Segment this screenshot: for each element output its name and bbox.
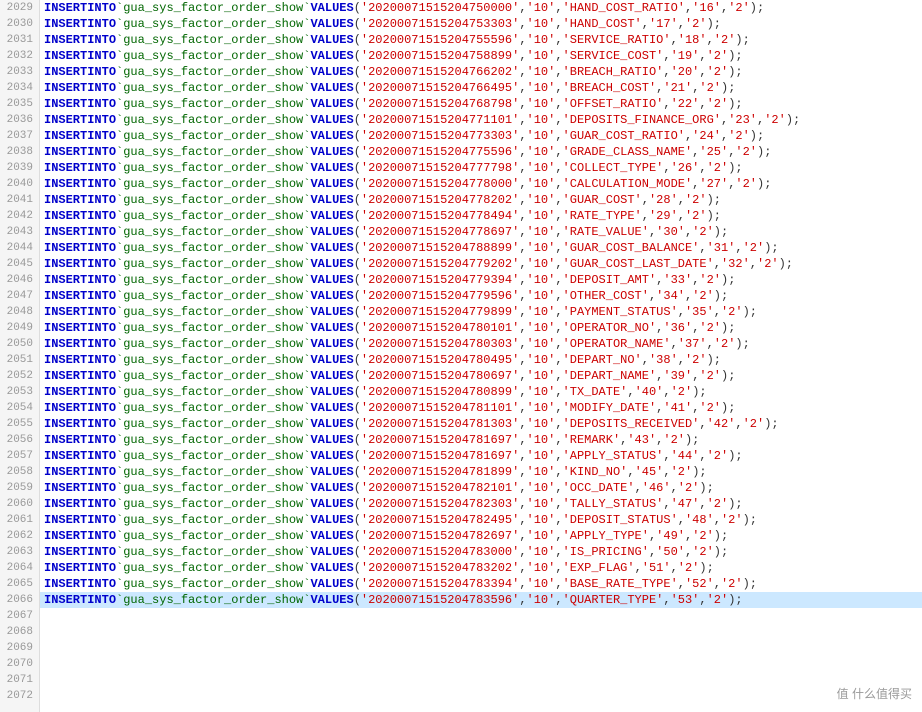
code-line[interactable]: INSERT INTO `gua_sys_factor_order_show` …	[40, 480, 922, 496]
code-line[interactable]: INSERT INTO `gua_sys_factor_order_show` …	[40, 48, 922, 64]
line-number: 2047	[0, 288, 39, 304]
line-number: 2071	[0, 672, 39, 688]
line-number: 2038	[0, 144, 39, 160]
line-number: 2058	[0, 464, 39, 480]
line-number: 2041	[0, 192, 39, 208]
code-line[interactable]: INSERT INTO `gua_sys_factor_order_show` …	[40, 16, 922, 32]
code-line[interactable]: INSERT INTO `gua_sys_factor_order_show` …	[40, 208, 922, 224]
line-number: 2044	[0, 240, 39, 256]
editor-container: 2029203020312032203320342035203620372038…	[0, 0, 922, 712]
code-line[interactable]: INSERT INTO `gua_sys_factor_order_show` …	[40, 144, 922, 160]
line-number: 2070	[0, 656, 39, 672]
code-line[interactable]: INSERT INTO `gua_sys_factor_order_show` …	[40, 64, 922, 80]
line-number: 2064	[0, 560, 39, 576]
code-line[interactable]: INSERT INTO `gua_sys_factor_order_show` …	[40, 240, 922, 256]
line-number: 2034	[0, 80, 39, 96]
code-line[interactable]: INSERT INTO `gua_sys_factor_order_show` …	[40, 32, 922, 48]
code-line[interactable]: INSERT INTO `gua_sys_factor_order_show` …	[40, 160, 922, 176]
line-number: 2052	[0, 368, 39, 384]
line-number: 2059	[0, 480, 39, 496]
line-number: 2068	[0, 624, 39, 640]
code-line[interactable]: INSERT INTO `gua_sys_factor_order_show` …	[40, 128, 922, 144]
line-number: 2035	[0, 96, 39, 112]
watermark: 值 什么值得买	[837, 685, 912, 702]
code-line[interactable]: INSERT INTO `gua_sys_factor_order_show` …	[40, 288, 922, 304]
code-line[interactable]: INSERT INTO `gua_sys_factor_order_show` …	[40, 512, 922, 528]
line-number: 2030	[0, 16, 39, 32]
code-line[interactable]: INSERT INTO `gua_sys_factor_order_show` …	[40, 272, 922, 288]
line-number: 2066	[0, 592, 39, 608]
code-line[interactable]: INSERT INTO `gua_sys_factor_order_show` …	[40, 496, 922, 512]
code-line[interactable]	[40, 688, 922, 704]
code-line[interactable]: INSERT INTO `gua_sys_factor_order_show` …	[40, 560, 922, 576]
line-number: 2069	[0, 640, 39, 656]
line-number: 2042	[0, 208, 39, 224]
code-line[interactable]: INSERT INTO `gua_sys_factor_order_show` …	[40, 112, 922, 128]
code-line[interactable]: INSERT INTO `gua_sys_factor_order_show` …	[40, 592, 922, 608]
code-line[interactable]: INSERT INTO `gua_sys_factor_order_show` …	[40, 448, 922, 464]
line-number: 2053	[0, 384, 39, 400]
code-line[interactable]: INSERT INTO `gua_sys_factor_order_show` …	[40, 544, 922, 560]
code-area[interactable]: INSERT INTO `gua_sys_factor_order_show` …	[40, 0, 922, 712]
code-line[interactable]	[40, 624, 922, 640]
line-number: 2046	[0, 272, 39, 288]
code-line[interactable]	[40, 672, 922, 688]
code-line[interactable]: INSERT INTO `gua_sys_factor_order_show` …	[40, 224, 922, 240]
line-number: 2062	[0, 528, 39, 544]
line-numbers: 2029203020312032203320342035203620372038…	[0, 0, 40, 712]
line-number: 2061	[0, 512, 39, 528]
code-line[interactable]: INSERT INTO `gua_sys_factor_order_show` …	[40, 416, 922, 432]
code-line[interactable]: INSERT INTO `gua_sys_factor_order_show` …	[40, 192, 922, 208]
line-number: 2063	[0, 544, 39, 560]
line-number: 2029	[0, 0, 39, 16]
code-line[interactable]: INSERT INTO `gua_sys_factor_order_show` …	[40, 304, 922, 320]
code-line[interactable]: INSERT INTO `gua_sys_factor_order_show` …	[40, 256, 922, 272]
line-number: 2049	[0, 320, 39, 336]
line-number: 2051	[0, 352, 39, 368]
code-line[interactable]: INSERT INTO `gua_sys_factor_order_show` …	[40, 432, 922, 448]
line-number: 2072	[0, 688, 39, 704]
code-line[interactable]: INSERT INTO `gua_sys_factor_order_show` …	[40, 528, 922, 544]
code-line[interactable]	[40, 608, 922, 624]
line-number: 2045	[0, 256, 39, 272]
line-number: 2037	[0, 128, 39, 144]
code-line[interactable]: INSERT INTO `gua_sys_factor_order_show` …	[40, 352, 922, 368]
line-number: 2055	[0, 416, 39, 432]
code-line[interactable]: INSERT INTO `gua_sys_factor_order_show` …	[40, 336, 922, 352]
code-line[interactable]	[40, 640, 922, 656]
line-number: 2043	[0, 224, 39, 240]
code-line[interactable]: INSERT INTO `gua_sys_factor_order_show` …	[40, 400, 922, 416]
line-number: 2056	[0, 432, 39, 448]
code-line[interactable]: INSERT INTO `gua_sys_factor_order_show` …	[40, 368, 922, 384]
code-line[interactable]	[40, 656, 922, 672]
code-line[interactable]: INSERT INTO `gua_sys_factor_order_show` …	[40, 80, 922, 96]
code-line[interactable]: INSERT INTO `gua_sys_factor_order_show` …	[40, 96, 922, 112]
code-line[interactable]: INSERT INTO `gua_sys_factor_order_show` …	[40, 320, 922, 336]
line-number: 2060	[0, 496, 39, 512]
watermark-text: 值 什么值得买	[837, 687, 912, 701]
line-number: 2057	[0, 448, 39, 464]
line-number: 2033	[0, 64, 39, 80]
code-line[interactable]: INSERT INTO `gua_sys_factor_order_show` …	[40, 384, 922, 400]
line-number: 2040	[0, 176, 39, 192]
code-line[interactable]: INSERT INTO `gua_sys_factor_order_show` …	[40, 464, 922, 480]
line-number: 2032	[0, 48, 39, 64]
code-line[interactable]: INSERT INTO `gua_sys_factor_order_show` …	[40, 0, 922, 16]
line-number: 2054	[0, 400, 39, 416]
line-number: 2048	[0, 304, 39, 320]
line-number: 2039	[0, 160, 39, 176]
code-line[interactable]: INSERT INTO `gua_sys_factor_order_show` …	[40, 176, 922, 192]
line-number: 2065	[0, 576, 39, 592]
line-number: 2067	[0, 608, 39, 624]
line-number: 2036	[0, 112, 39, 128]
line-number: 2050	[0, 336, 39, 352]
line-number: 2031	[0, 32, 39, 48]
code-line[interactable]: INSERT INTO `gua_sys_factor_order_show` …	[40, 576, 922, 592]
